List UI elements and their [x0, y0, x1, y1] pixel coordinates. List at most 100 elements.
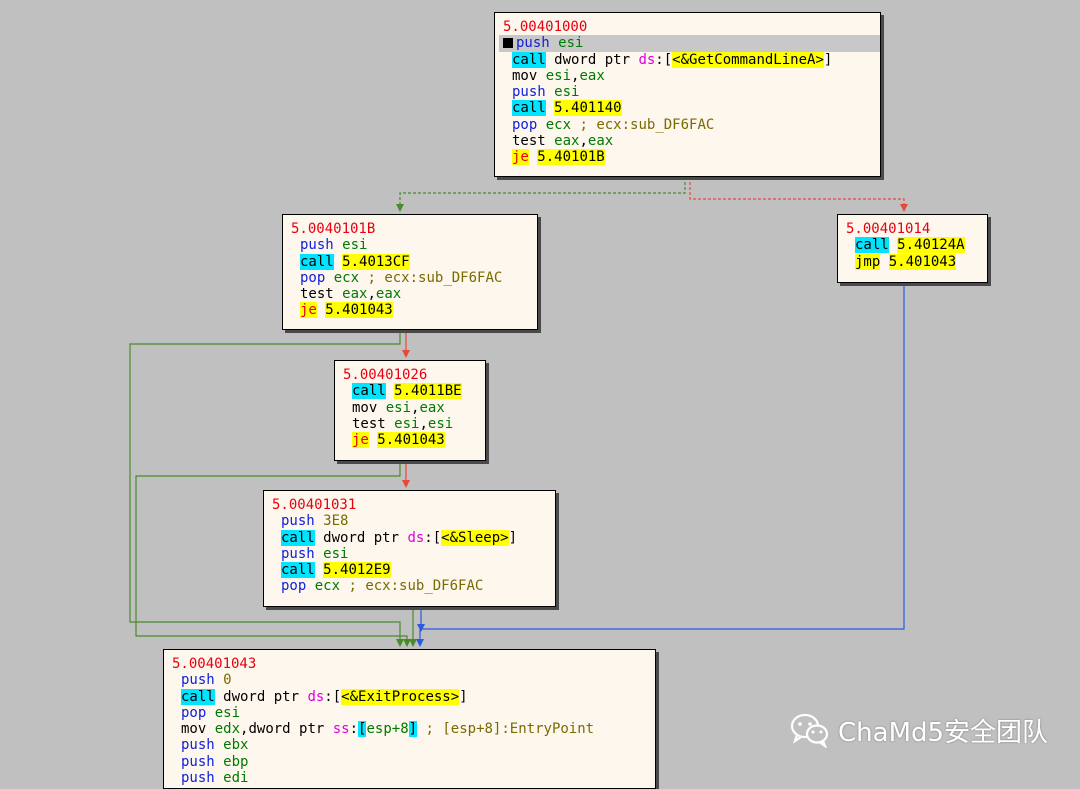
operand-target[interactable]: 5.401043 [325, 302, 393, 319]
mnemonic: push [181, 753, 215, 770]
operand-text [386, 416, 394, 432]
edge-arrowhead-icon [402, 350, 410, 358]
instruction-row[interactable]: push esi [499, 35, 880, 52]
instruction-row[interactable]: push ebx [172, 737, 655, 753]
register: ecx [314, 578, 341, 595]
instruction-row[interactable]: je 5.401043 [291, 302, 537, 319]
watermark-text: ChaMd5安全团队 [838, 717, 1049, 748]
register: esi [342, 237, 368, 254]
operand-text [537, 68, 545, 84]
register: esi [323, 545, 349, 562]
instruction-row[interactable]: test eax,eax [291, 286, 537, 302]
mnemonic: call [300, 253, 334, 270]
operand-target[interactable]: 5.401140 [554, 100, 622, 117]
operand-text [325, 270, 333, 286]
instruction-row[interactable]: push ebp [172, 754, 655, 770]
operand-target[interactable]: <&ExitProcess> [341, 688, 460, 705]
operand-target[interactable]: 5.4011BE [394, 383, 462, 400]
operand-target[interactable]: <&GetCommandLineA> [672, 51, 824, 68]
instruction-row[interactable]: call 5.4012E9 [272, 562, 555, 579]
register: esi [427, 415, 454, 432]
register: esi [214, 704, 241, 721]
comment: ; ecx:sub_DF6FAC [340, 578, 484, 595]
instruction-row[interactable]: jmp 5.401043 [846, 253, 987, 270]
instruction-row[interactable]: pop ecx ; ecx:sub_DF6FAC [272, 578, 555, 594]
mnemonic: call [352, 383, 386, 400]
operand-target[interactable]: <&Sleep> [441, 529, 509, 546]
operand-target[interactable]: 5.40101B [537, 149, 605, 166]
register: ebx [223, 737, 249, 754]
operand-text: ] [508, 529, 518, 546]
mnemonic: push [181, 737, 215, 754]
operand-text: :[ [655, 51, 673, 68]
instruction-row[interactable]: push esi [503, 84, 880, 100]
operand-text: , [367, 286, 376, 303]
code-block-b-401000[interactable]: 5.00401000 push esi call dword ptr ds:[<&G… [494, 12, 881, 177]
operand-text [546, 84, 554, 100]
operand-text [215, 672, 223, 688]
operand-target[interactable]: 5.401043 [377, 432, 445, 449]
instruction-row[interactable]: call dword ptr ds:[<&Sleep>] [272, 529, 555, 546]
instruction-row[interactable]: test esi,esi [343, 416, 485, 432]
operand-text [306, 578, 314, 594]
operand-target[interactable]: 5.40124A [897, 237, 965, 254]
operand-text: 0 [223, 672, 232, 689]
instruction-row[interactable]: call 5.4013CF [291, 253, 537, 270]
instruction-row[interactable]: mov esi,eax [343, 400, 485, 416]
block-address[interactable]: 5.0040101B [291, 221, 537, 237]
instruction-row[interactable]: mov esi,eax [503, 68, 880, 84]
edge-arrowhead-icon [396, 204, 404, 212]
edge-arrowhead-icon [416, 639, 424, 647]
block-address[interactable]: 5.00401000 [503, 19, 880, 35]
instruction-row[interactable]: push 0 [172, 672, 655, 688]
operand-text [215, 770, 223, 786]
block-address[interactable]: 5.00401031 [272, 497, 555, 513]
instruction-row[interactable]: push esi [291, 237, 537, 253]
mnemonic: push [181, 672, 215, 689]
instruction-row[interactable]: push esi [272, 546, 555, 562]
instruction-row[interactable]: je 5.40101B [503, 149, 880, 166]
instruction-row[interactable]: pop ecx ; ecx:sub_DF6FAC [291, 270, 537, 286]
code-block-b-401026[interactable]: 5.00401026 call 5.4011BE mov esi,eax test e… [334, 360, 486, 461]
mnemonic: mov [181, 721, 207, 738]
block-address[interactable]: 5.00401026 [343, 367, 485, 383]
mnemonic: je [300, 302, 317, 319]
instruction-row[interactable]: call 5.4011BE [343, 383, 485, 400]
code-block-b-40101b[interactable]: 5.0040101B push esi call 5.4013CF pop ecx ;… [282, 214, 538, 330]
operand-target[interactable]: 5.4013CF [342, 253, 410, 270]
instruction-row[interactable]: je 5.401043 [343, 432, 485, 449]
instruction-row[interactable]: call dword ptr ds:[<&ExitProcess>] [172, 688, 655, 705]
operand-target[interactable]: 5.401043 [888, 253, 957, 270]
block-address[interactable]: 5.00401043 [172, 656, 655, 672]
code-block-b-401043[interactable]: 5.00401043 push 0 call dword ptr ds:[<&Exi… [163, 649, 656, 789]
operand-text [334, 254, 342, 270]
operand-text [537, 117, 545, 133]
instruction-row[interactable]: push 3E8 [272, 513, 555, 529]
comment: ; ecx:sub_DF6FAC [359, 269, 503, 286]
mnemonic: push [281, 545, 315, 562]
instruction-row[interactable]: call 5.401140 [503, 100, 880, 117]
block-address[interactable]: 5.00401014 [846, 221, 987, 237]
instruction-row[interactable]: pop ecx ; ecx:sub_DF6FAC [503, 117, 880, 133]
current-instruction-marker-icon [503, 38, 513, 49]
register: eax [554, 133, 580, 150]
instruction-row[interactable]: push edi [172, 770, 655, 786]
operand-text [546, 100, 554, 116]
operand-text [334, 237, 342, 253]
operand-text [377, 400, 385, 416]
operand-target[interactable]: 5.4012E9 [323, 562, 391, 579]
instruction-row[interactable]: mov edx,dword ptr ss:[esp+8] ; [esp+8]:E… [172, 721, 655, 738]
mnemonic: push [281, 513, 315, 530]
mnemonic: call [281, 529, 315, 546]
operand-text: :[ [324, 688, 342, 705]
operand-text [315, 546, 323, 562]
edge-arrowhead-icon [900, 204, 908, 212]
instruction-row[interactable]: call 5.40124A [846, 237, 987, 254]
operand-text: ds [407, 529, 425, 546]
instruction-row[interactable]: pop esi [172, 705, 655, 721]
instruction-row[interactable]: call dword ptr ds:[<&GetCommandLineA>] [503, 51, 880, 68]
code-block-b-401031[interactable]: 5.00401031 push 3E8 call dword ptr ds:[<&S… [263, 490, 556, 607]
instruction-row[interactable]: test eax,eax [503, 133, 880, 149]
wechat-icon [790, 713, 829, 748]
code-block-b-401014[interactable]: 5.00401014 call 5.40124A jmp 5.401043 [837, 214, 988, 283]
